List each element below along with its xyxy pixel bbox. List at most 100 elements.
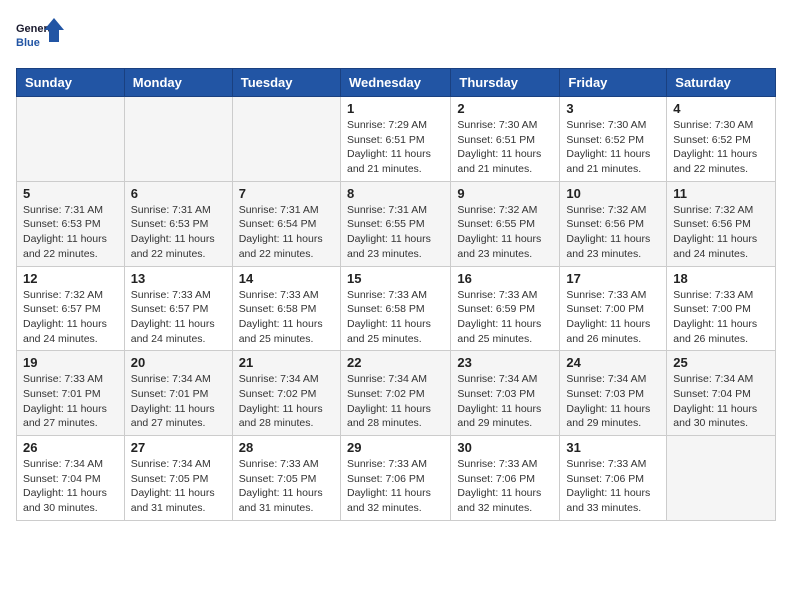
calendar-cell: 5 Sunrise: 7:31 AMSunset: 6:53 PMDaylight… bbox=[17, 181, 125, 266]
calendar-cell: 29 Sunrise: 7:33 AMSunset: 7:06 PMDayligh… bbox=[340, 436, 450, 521]
calendar-cell: 19 Sunrise: 7:33 AMSunset: 7:01 PMDayligh… bbox=[17, 351, 125, 436]
day-number: 11 bbox=[673, 186, 769, 201]
day-info: Sunrise: 7:33 AMSunset: 7:06 PMDaylight:… bbox=[347, 457, 444, 516]
page-header: General Blue bbox=[16, 16, 776, 56]
day-header-wednesday: Wednesday bbox=[340, 69, 450, 97]
day-number: 18 bbox=[673, 271, 769, 286]
day-number: 15 bbox=[347, 271, 444, 286]
calendar-header-row: SundayMondayTuesdayWednesdayThursdayFrid… bbox=[17, 69, 776, 97]
calendar-cell: 13Sunrise: 7:33 AMSunset: 6:57 PMDayligh… bbox=[124, 266, 232, 351]
day-number: 17 bbox=[566, 271, 660, 286]
calendar-cell: 2Sunrise: 7:30 AMSunset: 6:51 PMDaylight… bbox=[451, 97, 560, 182]
day-info: Sunrise: 7:31 AMSunset: 6:55 PMDaylight:… bbox=[347, 203, 444, 262]
day-number: 21 bbox=[239, 355, 334, 370]
calendar-week-2: 5 Sunrise: 7:31 AMSunset: 6:53 PMDaylight… bbox=[17, 181, 776, 266]
calendar-week-1: 1Sunrise: 7:29 AMSunset: 6:51 PMDaylight… bbox=[17, 97, 776, 182]
calendar-cell: 31Sunrise: 7:33 AMSunset: 7:06 PMDayligh… bbox=[560, 436, 667, 521]
day-header-thursday: Thursday bbox=[451, 69, 560, 97]
day-number: 1 bbox=[347, 101, 444, 116]
calendar-cell: 7 Sunrise: 7:31 AMSunset: 6:54 PMDaylight… bbox=[232, 181, 340, 266]
day-number: 6 bbox=[131, 186, 226, 201]
logo: General Blue bbox=[16, 16, 66, 56]
day-header-friday: Friday bbox=[560, 69, 667, 97]
day-info: Sunrise: 7:33 AMSunset: 7:00 PMDaylight:… bbox=[673, 288, 769, 347]
day-number: 10 bbox=[566, 186, 660, 201]
day-number: 19 bbox=[23, 355, 118, 370]
day-number: 27 bbox=[131, 440, 226, 455]
day-info: Sunrise: 7:31 AMSunset: 6:54 PMDaylight:… bbox=[239, 203, 334, 262]
day-info: Sunrise: 7:31 AMSunset: 6:53 PMDaylight:… bbox=[131, 203, 226, 262]
day-number: 7 bbox=[239, 186, 334, 201]
day-number: 29 bbox=[347, 440, 444, 455]
day-number: 26 bbox=[23, 440, 118, 455]
calendar-cell bbox=[17, 97, 125, 182]
calendar-cell: 4Sunrise: 7:30 AMSunset: 6:52 PMDaylight… bbox=[667, 97, 776, 182]
day-number: 14 bbox=[239, 271, 334, 286]
day-number: 2 bbox=[457, 101, 553, 116]
calendar-cell: 17 Sunrise: 7:33 AMSunset: 7:00 PMDayligh… bbox=[560, 266, 667, 351]
day-info: Sunrise: 7:31 AMSunset: 6:53 PMDaylight:… bbox=[23, 203, 118, 262]
day-info: Sunrise: 7:32 AMSunset: 6:55 PMDaylight:… bbox=[457, 203, 553, 262]
day-info: Sunrise: 7:33 AMSunset: 7:01 PMDaylight:… bbox=[23, 372, 118, 431]
day-info: Sunrise: 7:34 AMSunset: 7:04 PMDaylight:… bbox=[673, 372, 769, 431]
day-number: 31 bbox=[566, 440, 660, 455]
day-info: Sunrise: 7:34 AMSunset: 7:02 PMDaylight:… bbox=[347, 372, 444, 431]
day-number: 28 bbox=[239, 440, 334, 455]
calendar-cell bbox=[667, 436, 776, 521]
calendar-cell: 8 Sunrise: 7:31 AMSunset: 6:55 PMDaylight… bbox=[340, 181, 450, 266]
day-info: Sunrise: 7:33 AMSunset: 6:59 PMDaylight:… bbox=[457, 288, 553, 347]
svg-text:Blue: Blue bbox=[16, 37, 40, 49]
calendar-cell: 18 Sunrise: 7:33 AMSunset: 7:00 PMDayligh… bbox=[667, 266, 776, 351]
calendar-cell: 22 Sunrise: 7:34 AMSunset: 7:02 PMDayligh… bbox=[340, 351, 450, 436]
day-info: Sunrise: 7:32 AMSunset: 6:56 PMDaylight:… bbox=[566, 203, 660, 262]
day-number: 4 bbox=[673, 101, 769, 116]
day-number: 12 bbox=[23, 271, 118, 286]
calendar-cell: 15 Sunrise: 7:33 AMSunset: 6:58 PMDayligh… bbox=[340, 266, 450, 351]
day-number: 23 bbox=[457, 355, 553, 370]
day-number: 13 bbox=[131, 271, 226, 286]
day-number: 24 bbox=[566, 355, 660, 370]
day-info: Sunrise: 7:33 AMSunset: 6:58 PMDaylight:… bbox=[347, 288, 444, 347]
day-info: Sunrise: 7:34 AMSunset: 7:02 PMDaylight:… bbox=[239, 372, 334, 431]
calendar-cell bbox=[232, 97, 340, 182]
day-header-tuesday: Tuesday bbox=[232, 69, 340, 97]
calendar-cell: 10 Sunrise: 7:32 AMSunset: 6:56 PMDayligh… bbox=[560, 181, 667, 266]
calendar: SundayMondayTuesdayWednesdayThursdayFrid… bbox=[16, 68, 776, 521]
day-info: Sunrise: 7:33 AMSunset: 7:05 PMDaylight:… bbox=[239, 457, 334, 516]
day-info: Sunrise: 7:34 AMSunset: 7:04 PMDaylight:… bbox=[23, 457, 118, 516]
day-info: Sunrise: 7:32 AMSunset: 6:56 PMDaylight:… bbox=[673, 203, 769, 262]
day-number: 25 bbox=[673, 355, 769, 370]
day-number: 3 bbox=[566, 101, 660, 116]
day-header-sunday: Sunday bbox=[17, 69, 125, 97]
day-number: 5 bbox=[23, 186, 118, 201]
day-info: Sunrise: 7:33 AMSunset: 7:00 PMDaylight:… bbox=[566, 288, 660, 347]
calendar-cell: 3 Sunrise: 7:30 AMSunset: 6:52 PMDaylight… bbox=[560, 97, 667, 182]
day-number: 16 bbox=[457, 271, 553, 286]
day-number: 9 bbox=[457, 186, 553, 201]
day-header-saturday: Saturday bbox=[667, 69, 776, 97]
calendar-cell: 30 Sunrise: 7:33 AMSunset: 7:06 PMDayligh… bbox=[451, 436, 560, 521]
calendar-cell: 23Sunrise: 7:34 AMSunset: 7:03 PMDayligh… bbox=[451, 351, 560, 436]
calendar-cell: 16 Sunrise: 7:33 AMSunset: 6:59 PMDayligh… bbox=[451, 266, 560, 351]
calendar-week-4: 19 Sunrise: 7:33 AMSunset: 7:01 PMDayligh… bbox=[17, 351, 776, 436]
calendar-cell: 12 Sunrise: 7:32 AMSunset: 6:57 PMDayligh… bbox=[17, 266, 125, 351]
calendar-cell: 25 Sunrise: 7:34 AMSunset: 7:04 PMDayligh… bbox=[667, 351, 776, 436]
calendar-cell bbox=[124, 97, 232, 182]
calendar-week-3: 12 Sunrise: 7:32 AMSunset: 6:57 PMDayligh… bbox=[17, 266, 776, 351]
day-number: 30 bbox=[457, 440, 553, 455]
calendar-week-5: 26 Sunrise: 7:34 AMSunset: 7:04 PMDayligh… bbox=[17, 436, 776, 521]
day-info: Sunrise: 7:34 AMSunset: 7:03 PMDaylight:… bbox=[566, 372, 660, 431]
calendar-cell: 28 Sunrise: 7:33 AMSunset: 7:05 PMDayligh… bbox=[232, 436, 340, 521]
calendar-cell: 9 Sunrise: 7:32 AMSunset: 6:55 PMDaylight… bbox=[451, 181, 560, 266]
day-info: Sunrise: 7:33 AMSunset: 6:58 PMDaylight:… bbox=[239, 288, 334, 347]
day-number: 20 bbox=[131, 355, 226, 370]
day-number: 8 bbox=[347, 186, 444, 201]
calendar-cell: 1Sunrise: 7:29 AMSunset: 6:51 PMDaylight… bbox=[340, 97, 450, 182]
day-info: Sunrise: 7:32 AMSunset: 6:57 PMDaylight:… bbox=[23, 288, 118, 347]
day-number: 22 bbox=[347, 355, 444, 370]
logo-svg: General Blue bbox=[16, 16, 66, 56]
day-header-monday: Monday bbox=[124, 69, 232, 97]
day-info: Sunrise: 7:30 AMSunset: 6:52 PMDaylight:… bbox=[566, 118, 660, 177]
day-info: Sunrise: 7:33 AMSunset: 7:06 PMDaylight:… bbox=[457, 457, 553, 516]
calendar-cell: 26 Sunrise: 7:34 AMSunset: 7:04 PMDayligh… bbox=[17, 436, 125, 521]
